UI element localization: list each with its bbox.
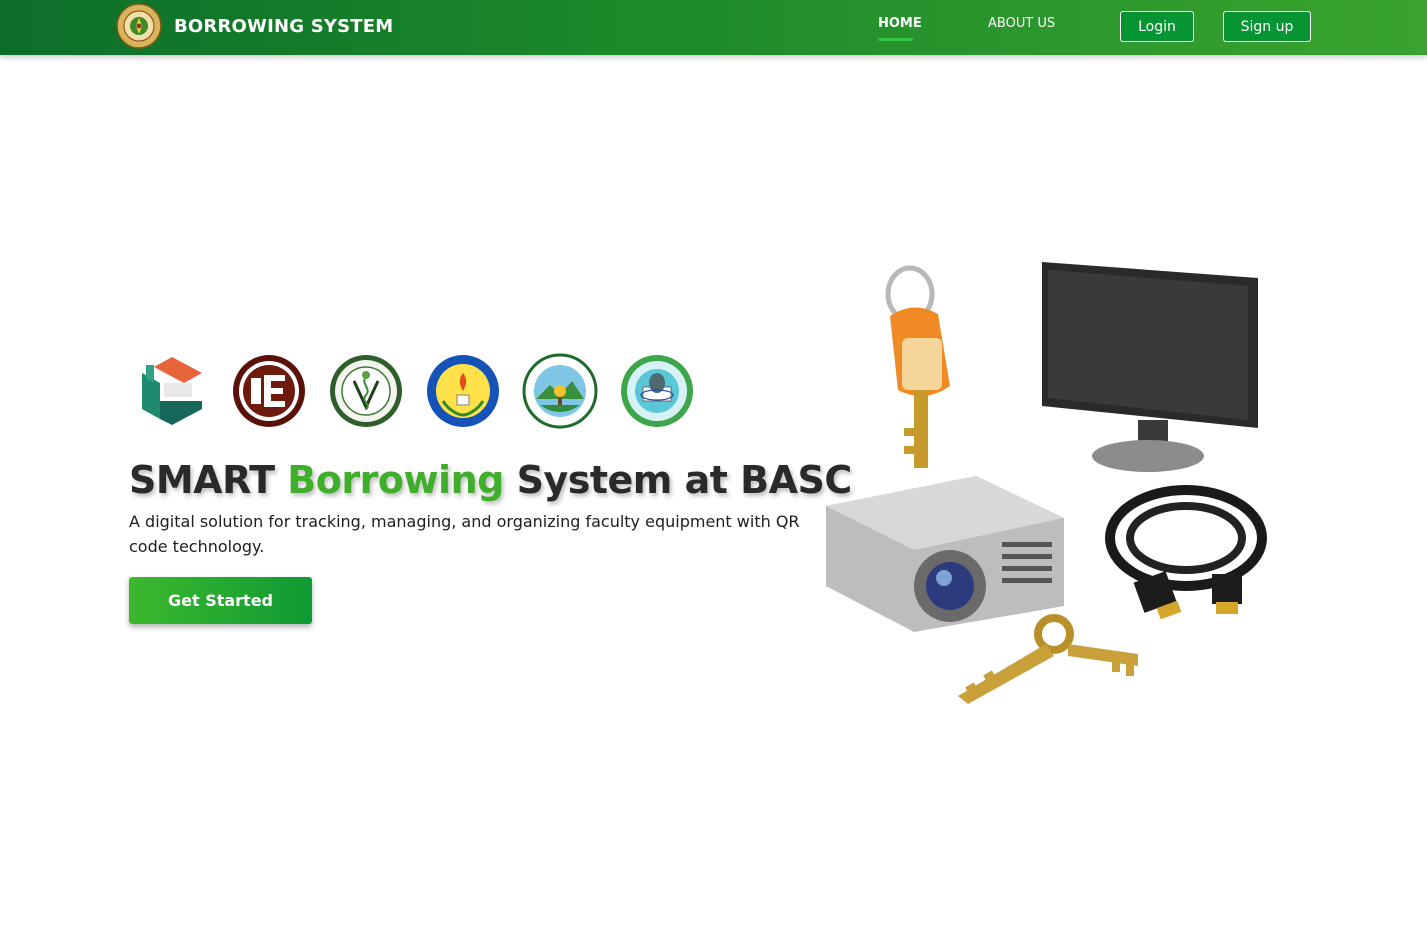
- hero-title: SMART Borrowing System at BASC: [129, 458, 852, 502]
- login-button[interactable]: Login: [1120, 11, 1194, 42]
- signup-button[interactable]: Sign up: [1223, 11, 1311, 42]
- hero-title-accent: Borrowing: [287, 458, 504, 502]
- hero-description: A digital solution for tracking, managin…: [129, 512, 800, 556]
- get-started-button[interactable]: Get Started: [129, 577, 312, 624]
- management-seal-icon: [522, 353, 598, 429]
- gold-key-icon: [958, 614, 1138, 704]
- college-logo-icon: [116, 3, 162, 49]
- brand-title: BORROWING SYSTEM: [174, 15, 394, 37]
- brand[interactable]: BORROWING SYSTEM: [116, 3, 393, 49]
- projector-icon: [826, 476, 1064, 632]
- institute-seal-1-icon: [142, 357, 202, 425]
- monitor-icon: [1042, 262, 1258, 472]
- navbar: BORROWING SYSTEM HOME ABOUT US Login Sig…: [0, 0, 1427, 55]
- education-seal-icon: [427, 355, 499, 427]
- active-tab-indicator: [878, 38, 913, 41]
- hero-title-part1: SMART: [129, 458, 288, 502]
- nav-about-link[interactable]: ABOUT US: [988, 16, 1055, 31]
- nav-home-link[interactable]: HOME: [878, 16, 922, 31]
- equipment-illustration: [826, 262, 1267, 704]
- agriculture-veterinary-seal-icon: [330, 355, 402, 427]
- institute-seals-row: [134, 353, 716, 429]
- engineering-seal-icon: [233, 355, 305, 427]
- hdmi-cable-icon: [1105, 485, 1267, 620]
- hero-title-part2: System at BASC: [503, 458, 853, 502]
- orange-key-icon: [885, 265, 950, 468]
- arts-sciences-seal-icon: [621, 355, 693, 427]
